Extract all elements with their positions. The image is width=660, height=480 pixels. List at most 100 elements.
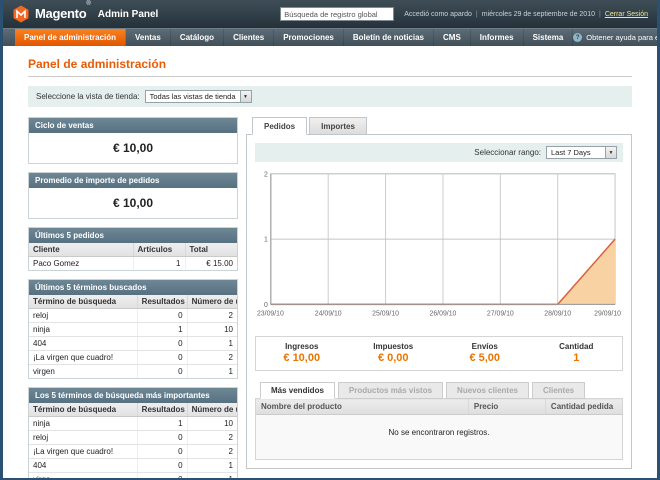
help-icon: ? (573, 33, 582, 42)
nav-item-ventas[interactable]: Ventas (126, 29, 171, 46)
last-search-terms-panel: Últimos 5 términos buscados Término de b… (28, 279, 238, 379)
column-header: Resultados (137, 295, 187, 309)
totals-bar: Ingresos€ 10,00Impuestos€ 0,00Envíos€ 5,… (255, 336, 623, 371)
table-row[interactable]: 40401 (29, 337, 237, 351)
table-header-row: Término de búsqueda Resultados Número de… (29, 295, 237, 309)
nav-item-clientes[interactable]: Clientes (224, 29, 274, 46)
table-row[interactable]: virgen01 (29, 365, 237, 379)
table-cell: 2 (187, 351, 237, 365)
average-orders-value: € 10,00 (29, 188, 237, 218)
table-row[interactable]: virge01 (29, 473, 237, 480)
stat-label: Cantidad (531, 342, 623, 351)
table-cell: virge (29, 473, 137, 480)
tab-mas-vendidos[interactable]: Más vendidos (260, 382, 335, 399)
panel-title: Los 5 términos de búsqueda más important… (29, 388, 237, 403)
nav-item-boletin-de-noticias[interactable]: Boletín de noticias (344, 29, 434, 46)
table-cell: 2 (187, 445, 237, 459)
help-label: Obtener ayuda para esta página (586, 33, 660, 42)
store-view-select[interactable]: Todas las vistas de tienda ▼ (145, 90, 252, 103)
table-cell: 0 (137, 351, 187, 365)
column-header: Término de búsqueda (29, 295, 137, 309)
tab-nuevos-clientes[interactable]: Nuevos clientes (446, 382, 529, 399)
tab-productos-mas-vistos[interactable]: Productos más vistos (338, 382, 443, 399)
range-value: Last 7 Days (547, 147, 605, 158)
nav-item-informes[interactable]: Informes (471, 29, 524, 46)
svg-text:28/09/10: 28/09/10 (544, 310, 571, 317)
table-row[interactable]: Paco Gomez1€ 15.00 (29, 257, 237, 271)
table-row[interactable]: ¡La virgen que cuadro!02 (29, 351, 237, 365)
table-cell: 0 (137, 337, 187, 351)
brand-suffix: Admin Panel (98, 9, 159, 20)
stat-cantidad: Cantidad1 (531, 342, 623, 364)
tab-clientes[interactable]: Clientes (532, 382, 585, 399)
column-header: Artículos (133, 243, 185, 257)
separator: | (599, 11, 601, 18)
last-search-terms-table: Término de búsqueda Resultados Número de… (29, 295, 237, 378)
table-cell: 1 (187, 365, 237, 379)
brand-name: Magento® (35, 5, 91, 23)
tab-pedidos[interactable]: Pedidos (252, 117, 307, 135)
column-header: Total (185, 243, 237, 257)
nav-item-panel-de-administracion[interactable]: Panel de administración (15, 29, 126, 46)
dashboard-columns: Ciclo de ventas € 10,00 Promedio de impo… (28, 117, 632, 480)
help-link[interactable]: ? Obtener ayuda para esta página (573, 29, 660, 46)
top-search-terms-table: Término de búsqueda Resultados Número de… (29, 403, 237, 480)
nav-item-promociones[interactable]: Promociones (274, 29, 344, 46)
session-info: Accedió como apardo | miércoles 29 de se… (404, 11, 648, 18)
table-row[interactable]: ¡La virgen que cuadro!02 (29, 445, 237, 459)
global-search-input[interactable] (280, 7, 394, 21)
table-row[interactable]: ninja110 (29, 417, 237, 431)
table-cell: ninja (29, 417, 137, 431)
store-view-bar: Seleccione la vista de tienda: Todas las… (28, 86, 632, 107)
nav-item-cms[interactable]: CMS (434, 29, 471, 46)
svg-text:23/09/10: 23/09/10 (257, 310, 284, 317)
logged-in-text: Accedió como apardo (404, 11, 472, 18)
stat-envios: Envíos€ 5,00 (439, 342, 531, 364)
column-header: Cantidad pedida (545, 399, 622, 415)
tab-importes[interactable]: Importes (309, 117, 367, 135)
empty-row: No se encontraron registros. (256, 415, 623, 460)
svg-text:0: 0 (264, 302, 268, 309)
magento-logo-icon (12, 5, 30, 23)
lifetime-sales-value: € 10,00 (29, 133, 237, 163)
range-bar: Seleccionar rango: Last 7 Days ▼ (255, 143, 623, 162)
top-search-terms-panel: Los 5 términos de búsqueda más important… (28, 387, 238, 480)
table-row[interactable]: reloj02 (29, 309, 237, 323)
chevron-down-icon: ▼ (605, 147, 616, 158)
column-header: Precio (468, 399, 545, 415)
svg-text:29/09/10: 29/09/10 (594, 310, 621, 317)
grid-tabs: Más vendidosProductos más vistosNuevos c… (255, 382, 623, 399)
stat-value: € 10,00 (256, 352, 348, 364)
brand-title: Magento (35, 6, 86, 21)
right-column: PedidosImportes Seleccionar rango: Last … (246, 117, 632, 469)
column-header: Término de búsqueda (29, 403, 137, 417)
brand-trademark: ® (86, 1, 90, 7)
nav-item-catalogo[interactable]: Catálogo (171, 29, 224, 46)
table-row[interactable]: reloj02 (29, 431, 237, 445)
lifetime-sales-panel: Ciclo de ventas € 10,00 (28, 117, 238, 164)
nav-item-sistema[interactable]: Sistema (524, 29, 574, 46)
title-divider (28, 76, 632, 77)
stat-ingresos: Ingresos€ 10,00 (256, 342, 348, 364)
table-cell: 1 (137, 323, 187, 337)
column-header: Cliente (29, 243, 133, 257)
table-cell: ninja (29, 323, 137, 337)
stat-value: € 0,00 (348, 352, 440, 364)
table-cell: 1 (137, 417, 187, 431)
last-orders-panel: Últimos 5 pedidos Cliente Artículos Tota… (28, 227, 238, 271)
logout-link[interactable]: Cerrar Sesión (605, 11, 648, 18)
left-column: Ciclo de ventas € 10,00 Promedio de impo… (28, 117, 238, 480)
table-row[interactable]: 40401 (29, 459, 237, 473)
orders-panel: Seleccionar rango: Last 7 Days ▼ 01223/0… (246, 134, 632, 469)
table-row[interactable]: ninja110 (29, 323, 237, 337)
table-header-row: Cliente Artículos Total (29, 243, 237, 257)
store-view-value: Todas las vistas de tienda (146, 91, 240, 102)
orders-chart: 01223/09/1024/09/1025/09/1026/09/1027/09… (255, 168, 623, 328)
range-select[interactable]: Last 7 Days ▼ (546, 146, 617, 159)
svg-text:24/09/10: 24/09/10 (315, 310, 342, 317)
table-header-row: Nombre del producto Precio Cantidad pedi… (256, 399, 623, 415)
table-cell: 0 (137, 473, 187, 480)
table-cell: ¡La virgen que cuadro! (29, 445, 137, 459)
current-date: miércoles 29 de septiembre de 2010 (482, 11, 595, 18)
svg-text:27/09/10: 27/09/10 (487, 310, 514, 317)
